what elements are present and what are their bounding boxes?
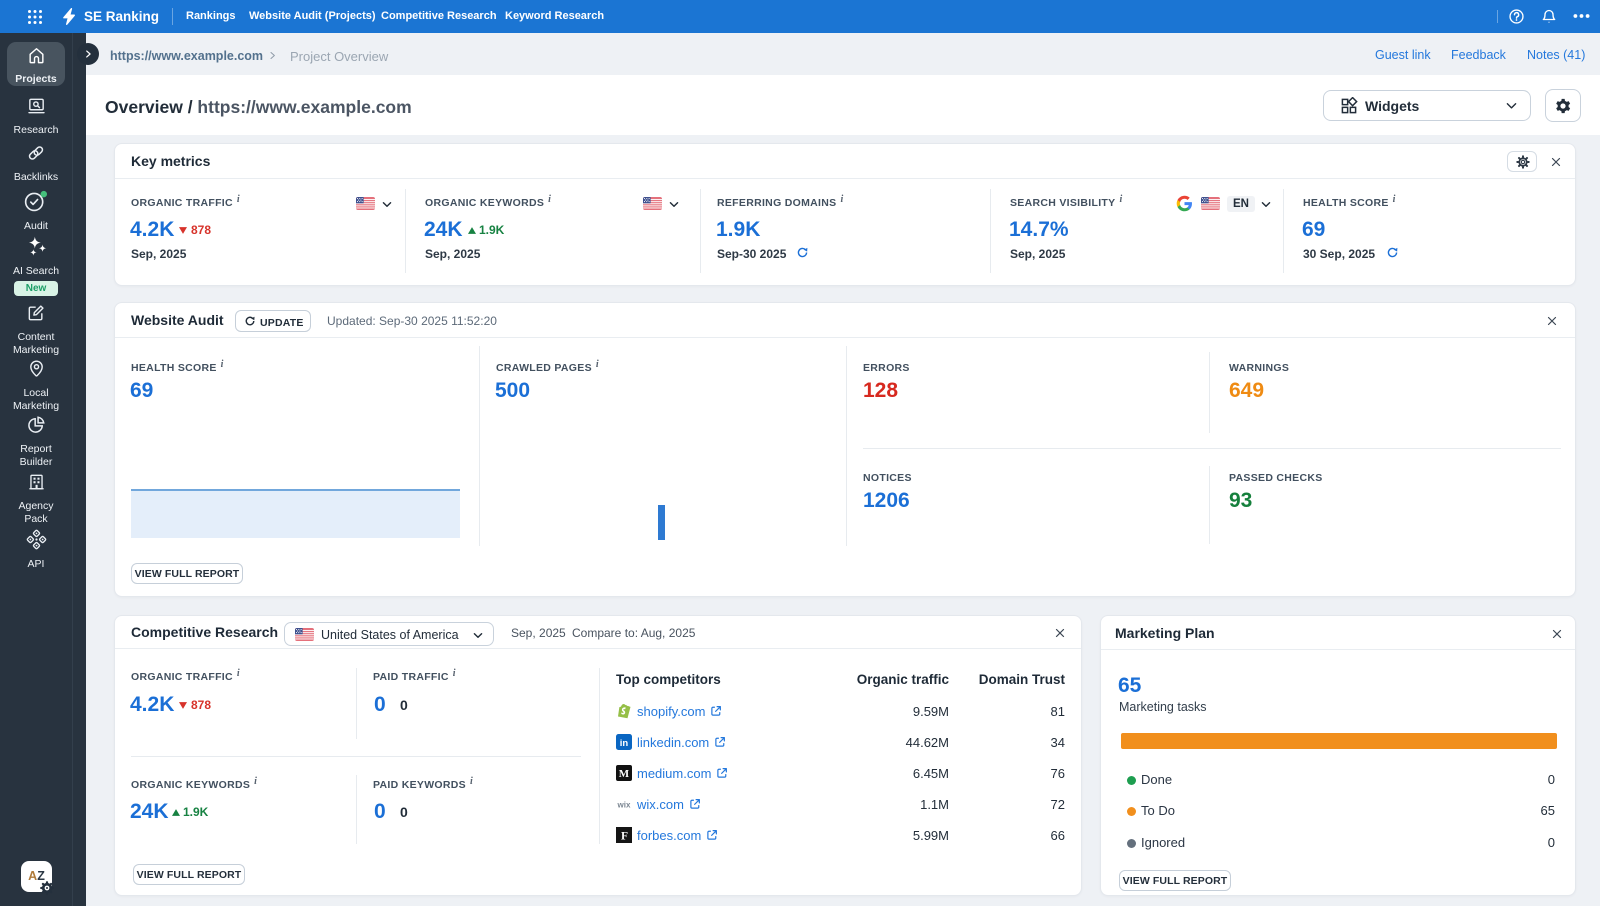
svg-text:F: F <box>621 831 628 843</box>
svg-text:M: M <box>619 768 630 780</box>
svg-text:in: in <box>620 738 629 749</box>
svg-text:wix: wix <box>617 801 631 810</box>
